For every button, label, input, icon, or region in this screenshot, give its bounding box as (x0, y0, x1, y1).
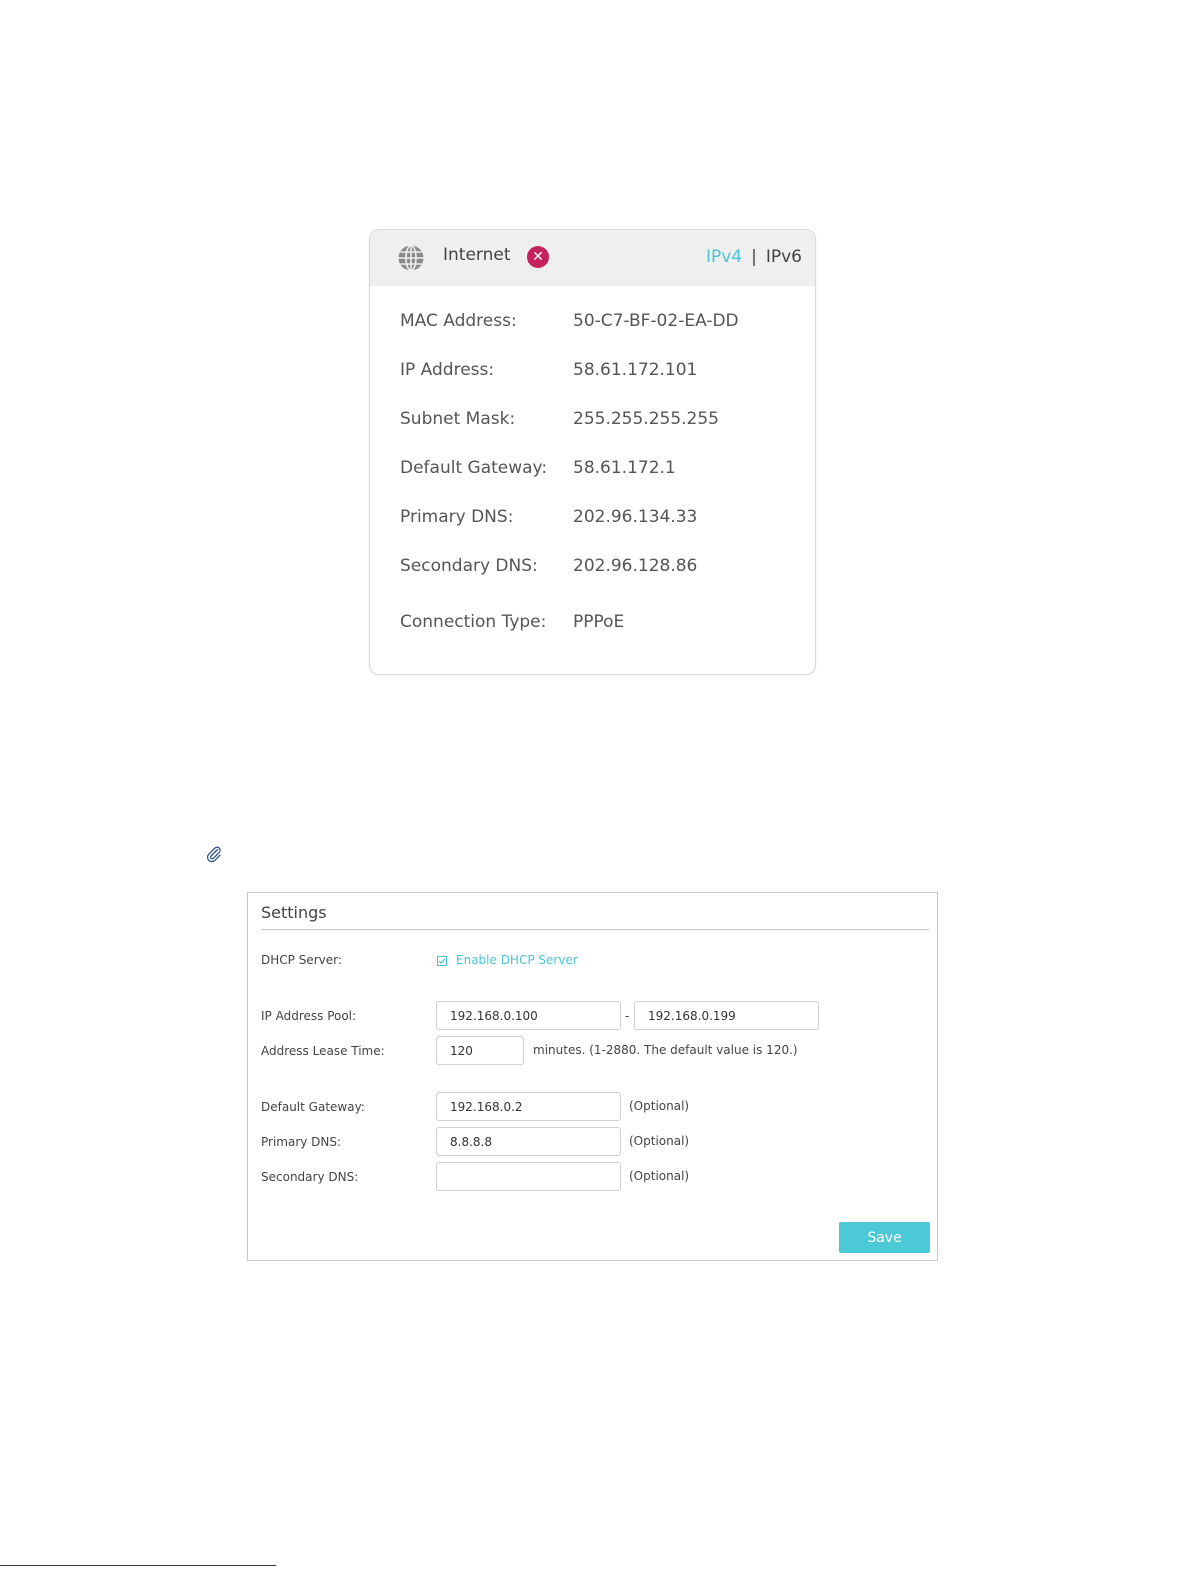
secondary-dns-value: 202.96.128.86 (573, 556, 698, 576)
gateway-optional-hint: (Optional) (629, 1099, 690, 1113)
secondary-dns-optional-hint: (Optional) (629, 1169, 690, 1183)
primary-dns-label: Primary DNS: (400, 507, 514, 527)
tab-ipv6[interactable]: IPv6 (766, 247, 802, 267)
default-gateway-value: 58.61.172.1 (573, 458, 676, 478)
subnet-mask-value: 255.255.255.255 (573, 409, 720, 429)
internet-status-card: Internet ✕ IPv4 | IPv6 MAC Address: 50-C7-… (369, 229, 816, 675)
lease-time-label: Address Lease Time: (261, 1044, 385, 1058)
secondary-dns-label: Secondary DNS: (400, 556, 538, 576)
settings-divider (261, 929, 929, 930)
connection-type-label: Connection Type: (400, 612, 547, 632)
error-x-icon: ✕ (527, 246, 549, 268)
lease-time-input[interactable] (436, 1036, 524, 1065)
mac-address-value: 50-C7-BF-02-EA-DD (573, 311, 739, 331)
settings-title: Settings (261, 903, 327, 922)
paperclip-icon (205, 845, 223, 863)
dhcp-secondary-dns-input[interactable] (436, 1162, 621, 1191)
checkmark-icon (438, 958, 446, 964)
lease-time-hint: minutes. (1-2880. The default value is 1… (533, 1043, 798, 1057)
dhcp-gateway-input[interactable] (436, 1092, 621, 1121)
dhcp-primary-dns-label: Primary DNS: (261, 1135, 342, 1149)
ip-version-tabs: IPv4 | IPv6 (706, 247, 802, 267)
subnet-mask-label: Subnet Mask: (400, 409, 516, 429)
dhcp-settings-panel: Settings DHCP Server: Enable DHCP Server… (247, 892, 938, 1261)
ip-pool-end-input[interactable] (634, 1001, 819, 1030)
internet-card-header: Internet ✕ IPv4 | IPv6 (370, 230, 815, 286)
mac-address-label: MAC Address: (400, 311, 517, 331)
ip-pool-dash: - (625, 1009, 630, 1023)
dhcp-server-label: DHCP Server: (261, 953, 342, 967)
ip-address-label: IP Address: (400, 360, 495, 380)
tab-ipv4[interactable]: IPv4 (706, 247, 742, 267)
ip-pool-start-input[interactable] (436, 1001, 621, 1030)
ip-address-value: 58.61.172.101 (573, 360, 698, 380)
dhcp-secondary-dns-label: Secondary DNS: (261, 1170, 359, 1184)
internet-title: Internet (443, 245, 511, 265)
primary-dns-value: 202.96.134.33 (573, 507, 698, 527)
ip-pool-label: IP Address Pool: (261, 1009, 357, 1023)
primary-dns-optional-hint: (Optional) (629, 1134, 690, 1148)
connection-type-value: PPPoE (573, 612, 625, 632)
footer-divider (0, 1565, 276, 1566)
enable-dhcp-checkbox[interactable] (437, 956, 447, 966)
dhcp-primary-dns-input[interactable] (436, 1127, 621, 1156)
default-gateway-label: Default Gateway: (400, 458, 548, 478)
dhcp-gateway-label: Default Gateway: (261, 1100, 365, 1114)
save-button[interactable]: Save (839, 1222, 930, 1253)
tab-separator: | (751, 247, 757, 267)
globe-icon (397, 244, 425, 272)
enable-dhcp-label[interactable]: Enable DHCP Server (456, 953, 578, 967)
